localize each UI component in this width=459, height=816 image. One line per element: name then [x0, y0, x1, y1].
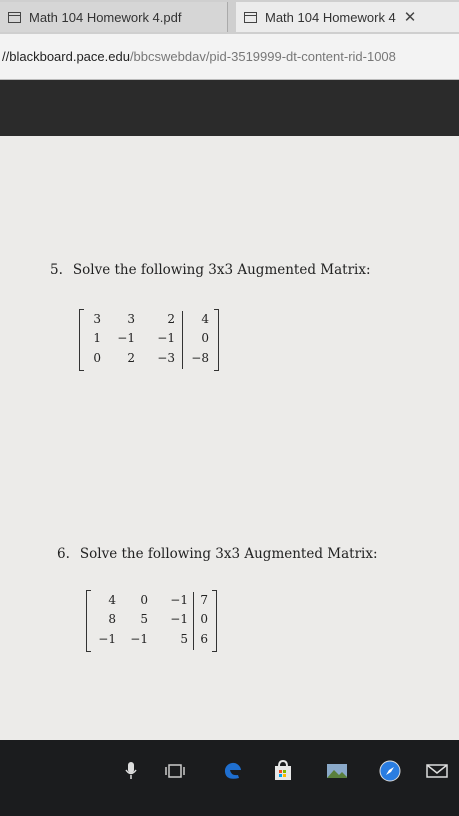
microphone-icon[interactable] — [120, 760, 142, 782]
problem-text: Solve the following 3x3 Augmented Matrix… — [72, 262, 371, 278]
matrix-cell: −1 — [170, 612, 188, 626]
matrix-cell: 0 — [93, 351, 101, 365]
matrix-cell: 0 — [140, 593, 148, 607]
tab-homework-active[interactable]: Math 104 Homework 4 ✕ — [236, 2, 459, 32]
matrix-cell: −1 — [170, 593, 188, 607]
matrix-cell: 6 — [200, 632, 208, 646]
close-icon[interactable]: ✕ — [404, 8, 417, 26]
mail-icon[interactable] — [426, 760, 448, 782]
problem-text: Solve the following 3x3 Augmented Matrix… — [79, 546, 378, 562]
url-path: /bbcswebdav/pid-3519999-dt-content-rid-1… — [129, 49, 396, 64]
page-icon — [8, 11, 21, 23]
tab-bar: Math 104 Homework 4.pdf Math 104 Homewor… — [0, 0, 459, 34]
augment-divider — [182, 311, 183, 369]
safari-compass-icon[interactable] — [379, 760, 401, 782]
pdf-viewer-toolbar-area — [0, 80, 459, 136]
url-host: blackboard.pace.edu — [9, 49, 130, 64]
augment-divider — [193, 592, 194, 650]
matrix-cell: 2 — [167, 312, 175, 326]
page-icon — [244, 11, 257, 23]
edge-browser-icon[interactable] — [222, 760, 244, 782]
left-bracket — [86, 590, 91, 652]
matrix-cell: −8 — [191, 351, 209, 365]
augmented-matrix-6: 4 0 −1 7 8 5 −1 0 −1 −1 5 6 — [86, 590, 217, 652]
matrix-cell: 7 — [200, 593, 208, 607]
matrix-cell: −1 — [157, 331, 175, 345]
store-icon[interactable] — [272, 760, 294, 782]
problem-5-title: 5. Solve the following 3x3 Augmented Matr… — [50, 262, 371, 278]
matrix-cell: 3 — [93, 312, 101, 326]
matrix-cell: 8 — [108, 612, 116, 626]
right-bracket — [212, 590, 217, 652]
tab-title: Math 104 Homework 4 — [265, 9, 396, 25]
tab-title: Math 104 Homework 4.pdf — [29, 9, 182, 25]
left-bracket — [79, 309, 84, 371]
problem-number: 5. — [50, 262, 63, 278]
matrix-cell: 5 — [140, 612, 148, 626]
augmented-matrix-5: 3 3 2 4 1 −1 −1 0 0 2 −3 −8 — [79, 309, 219, 371]
taskbar — [0, 740, 459, 816]
matrix-cell: −3 — [157, 351, 175, 365]
tab-homework-pdf[interactable]: Math 104 Homework 4.pdf — [0, 2, 228, 32]
pdf-page: 5. Solve the following 3x3 Augmented Matr… — [0, 136, 459, 740]
task-view-icon[interactable] — [164, 760, 186, 782]
matrix-cell: −1 — [117, 331, 135, 345]
url-text[interactable]: //blackboard.pace.edu/bbcswebdav/pid-351… — [2, 49, 396, 64]
matrix-cell: 0 — [200, 612, 208, 626]
problem-6-title: 6. Solve the following 3x3 Augmented Matr… — [57, 546, 378, 562]
right-bracket — [214, 309, 219, 371]
matrix-cell: −1 — [130, 632, 148, 646]
photos-icon[interactable] — [326, 760, 348, 782]
matrix-cell: −1 — [98, 632, 116, 646]
problem-number: 6. — [57, 546, 70, 562]
matrix-cell: 5 — [180, 632, 188, 646]
matrix-cell: 1 — [93, 331, 101, 345]
matrix-cell: 2 — [127, 351, 135, 365]
matrix-cell: 3 — [127, 312, 135, 326]
matrix-cell: 4 — [201, 312, 209, 326]
matrix-cell: 4 — [108, 593, 116, 607]
address-bar[interactable]: //blackboard.pace.edu/bbcswebdav/pid-351… — [0, 34, 459, 80]
matrix-cell: 0 — [201, 331, 209, 345]
